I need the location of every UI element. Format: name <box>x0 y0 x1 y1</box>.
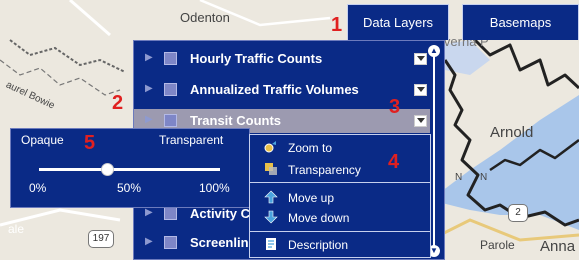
callout-number-3: 3 <box>389 96 401 118</box>
menu-item-transparency[interactable]: Transparency <box>250 161 430 179</box>
menu-item-label: Move up <box>288 191 335 205</box>
transparency-slider-track[interactable] <box>39 168 220 171</box>
layer-name: Hourly Traffic Counts <box>190 51 323 66</box>
route-shield-2: 2 <box>508 204 528 222</box>
menu-item-label: Move down <box>288 211 350 225</box>
menu-item-move-up[interactable]: Move up <box>250 189 430 207</box>
layer-checkbox[interactable] <box>164 236 177 249</box>
expand-arrow-icon[interactable]: ▶ <box>145 83 153 94</box>
layer-context-menu: Zoom to Transparency Move up Move down D… <box>249 134 431 258</box>
map-label-ale: ale <box>8 222 25 236</box>
menu-separator <box>250 182 430 183</box>
callout-number-5: 5 <box>84 132 96 154</box>
transparency-slider-popup: Opaque Transparent 0% 50% 100% <box>10 128 250 208</box>
menu-item-label: Zoom to <box>288 141 333 155</box>
layer-checkbox[interactable] <box>164 207 177 220</box>
layer-menu-dropdown-icon[interactable] <box>414 84 427 96</box>
transparency-icon <box>265 163 277 175</box>
layer-name: Screenlin <box>190 235 249 250</box>
menu-item-label: Description <box>288 238 349 252</box>
layer-row-annualized-traffic-volumes[interactable]: ▶ Annualized Traffic Volumes <box>140 78 428 102</box>
menu-item-move-down[interactable]: Move down <box>250 209 430 227</box>
tick-label-100: 100% <box>199 181 230 195</box>
layer-checkbox[interactable] <box>164 114 177 127</box>
layer-checkbox[interactable] <box>164 83 177 96</box>
data-layers-button[interactable]: Data Layers <box>347 4 449 40</box>
callout-number-4: 4 <box>388 151 400 173</box>
map-label-n-2: N <box>480 172 488 183</box>
callout-number-2: 2 <box>112 92 124 114</box>
tick-label-50: 50% <box>117 181 142 195</box>
tick-label-0: 0% <box>29 181 47 195</box>
basemaps-button[interactable]: Basemaps <box>462 4 579 40</box>
transparency-slider-thumb[interactable] <box>101 163 115 176</box>
map-label-arnold: Arnold <box>490 124 534 141</box>
layer-checkbox[interactable] <box>164 52 177 65</box>
layer-name: Activity C <box>190 206 250 221</box>
map-label-n-1: N <box>455 172 463 183</box>
description-icon <box>266 238 276 250</box>
opaque-label: Opaque <box>21 133 64 147</box>
menu-separator <box>250 231 430 232</box>
route-shield-197: 197 <box>88 230 114 248</box>
layer-name: Annualized Traffic Volumes <box>190 82 359 97</box>
move-up-arrow-icon <box>264 190 278 204</box>
layer-menu-dropdown-icon[interactable] <box>414 115 427 127</box>
expand-arrow-icon[interactable]: ▶ <box>145 236 153 247</box>
map-label-annapolis: Anna <box>540 238 576 255</box>
layer-row-hourly-traffic-counts[interactable]: ▶ Hourly Traffic Counts <box>140 47 428 71</box>
layer-name: Transit Counts <box>190 113 282 128</box>
expand-arrow-icon[interactable]: ▶ <box>145 114 153 125</box>
menu-item-zoom-to[interactable]: Zoom to <box>250 139 430 157</box>
callout-number-1: 1 <box>331 14 343 36</box>
menu-item-description[interactable]: Description <box>250 236 430 254</box>
map-label-parole: Parole <box>480 238 515 252</box>
expand-arrow-icon[interactable]: ▶ <box>145 207 153 218</box>
scroll-up-icon[interactable]: ▲ <box>428 45 440 57</box>
move-down-arrow-icon <box>264 210 278 224</box>
map-label-odenton: Odenton <box>180 10 230 25</box>
expand-arrow-icon[interactable]: ▶ <box>145 52 153 63</box>
menu-item-label: Transparency <box>288 163 361 177</box>
layer-menu-dropdown-icon[interactable] <box>414 53 427 65</box>
scrollbar-track <box>433 55 435 247</box>
transparent-label: Transparent <box>159 133 224 147</box>
zoom-to-icon <box>264 141 276 153</box>
